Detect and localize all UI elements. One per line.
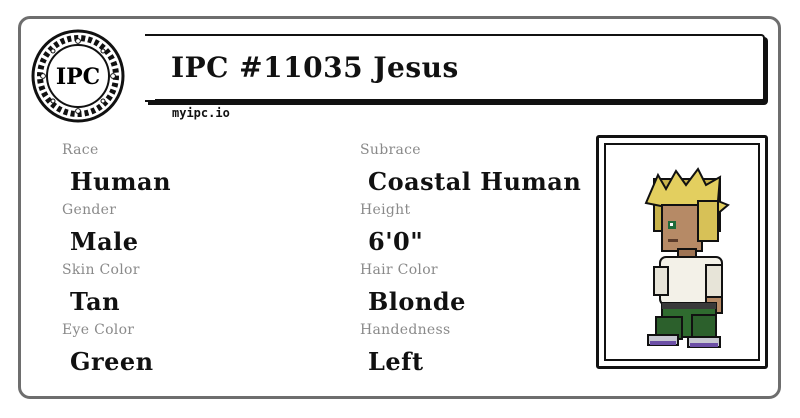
handedness-value: Left: [368, 347, 424, 376]
gender-value: Male: [70, 227, 139, 256]
site-link[interactable]: myipc.io: [172, 106, 230, 120]
eye-color-value: Green: [70, 347, 154, 376]
height-value: 6'0": [368, 227, 424, 256]
character-title: IPC #11035 Jesus: [171, 51, 459, 84]
title-banner: IPC #11035 Jesus: [145, 34, 765, 102]
skin-color-label: Skin Color: [62, 262, 140, 278]
portrait-inner-frame: [604, 143, 760, 361]
portrait-frame: [596, 135, 768, 369]
hair-color-value: Blonde: [368, 287, 466, 316]
skin-color-value: Tan: [70, 287, 121, 316]
title-underline: [155, 99, 765, 101]
race-value: Human: [70, 167, 172, 196]
character-avatar: [644, 167, 730, 348]
subrace-value: Coastal Human: [368, 167, 582, 196]
gender-label: Gender: [62, 202, 117, 218]
height-label: Height: [360, 202, 411, 218]
hair-color-label: Hair Color: [360, 262, 438, 278]
race-label: Race: [62, 142, 99, 158]
subrace-label: Subrace: [360, 142, 421, 158]
handedness-label: Handedness: [360, 322, 451, 338]
eye-color-label: Eye Color: [62, 322, 135, 338]
ipc-seal-icon: IPC: [31, 29, 125, 123]
seal-text: IPC: [56, 64, 100, 90]
